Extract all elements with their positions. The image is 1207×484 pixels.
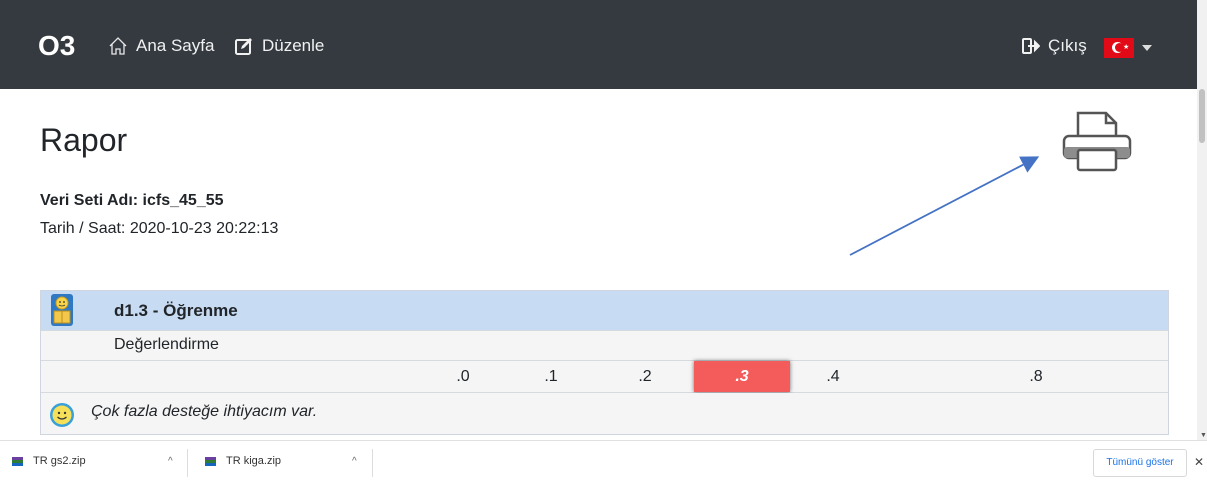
print-button[interactable] — [1060, 110, 1134, 177]
top-navbar: O3 Ana Sayfa Düzenle Çıkış ★ — [0, 0, 1197, 89]
evaluation-row: Değerlendirme — [41, 331, 1168, 361]
rating-option-0[interactable]: .0 — [415, 361, 511, 392]
scroll-down-arrow-icon[interactable]: ▼ — [1200, 432, 1207, 439]
page-title: Rapor — [40, 122, 128, 158]
activity-title: d1.3 - Öğrenme — [114, 301, 238, 320]
nav-edit-label: Düzenle — [262, 36, 325, 55]
learning-avatar-icon — [51, 294, 73, 326]
chevron-up-icon[interactable]: ^ — [168, 456, 173, 467]
rating-scale-row: .0 .1 .2 .3 .4 .8 — [41, 361, 1168, 393]
download-filename: TR kiga.zip — [226, 455, 282, 467]
nav-home-label: Ana Sayfa — [136, 36, 215, 55]
page-scrollbar[interactable] — [1197, 0, 1207, 440]
answer-text: Çok fazla desteğe ihtiyacım var. — [91, 403, 318, 420]
rating-option-2[interactable]: .2 — [597, 361, 693, 392]
report-datetime: Tarih / Saat: 2020-10-23 20:22:13 — [40, 220, 279, 237]
nav-edit-link[interactable]: Düzenle — [234, 36, 324, 56]
divider — [372, 449, 373, 477]
assessment-table: d1.3 - Öğrenme Değerlendirme .0 .1 .2 .3… — [40, 290, 1169, 435]
download-filename: TR gs2.zip — [33, 455, 86, 467]
logout-link[interactable]: Çıkış — [1022, 36, 1087, 56]
logout-icon — [1022, 38, 1040, 54]
dataset-name: Veri Seti Adı: icfs_45_55 — [40, 192, 224, 209]
rating-option-4[interactable]: .4 — [785, 361, 881, 392]
language-dropdown[interactable]: ★ — [1104, 38, 1152, 58]
download-item-1[interactable]: TR gs2.zip — [12, 455, 86, 467]
smiley-icon — [50, 403, 74, 427]
evaluation-label: Değerlendirme — [114, 336, 219, 353]
divider — [187, 449, 188, 477]
rating-option-3-selected[interactable]: .3 — [694, 361, 790, 392]
close-icon[interactable]: ✕ — [1194, 455, 1204, 469]
zip-file-icon — [205, 456, 216, 466]
edit-icon — [235, 38, 252, 55]
download-item-2[interactable]: TR kiga.zip — [205, 455, 281, 467]
turkey-flag-icon: ★ — [1104, 38, 1134, 58]
rating-option-1[interactable]: .1 — [503, 361, 599, 392]
answer-row: Çok fazla desteğe ihtiyacım var. — [41, 393, 1168, 434]
printer-icon — [1062, 111, 1132, 172]
logout-label: Çıkış — [1048, 36, 1087, 55]
chevron-up-icon[interactable]: ^ — [352, 456, 357, 467]
zip-file-icon — [12, 456, 23, 466]
chevron-down-icon — [1142, 45, 1152, 51]
downloads-bar: TR gs2.zip ^ TR kiga.zip ^ Tümünü göster… — [0, 440, 1207, 484]
brand-logo[interactable]: O3 — [38, 30, 75, 62]
table-header-row: d1.3 - Öğrenme — [41, 291, 1168, 331]
nav-home-link[interactable]: Ana Sayfa — [108, 36, 214, 56]
home-icon — [109, 37, 127, 55]
annotation-arrow — [849, 156, 1040, 256]
rating-option-8[interactable]: .8 — [988, 361, 1084, 392]
scrollbar-thumb[interactable] — [1199, 89, 1205, 143]
show-all-downloads-button[interactable]: Tümünü göster — [1093, 449, 1187, 477]
